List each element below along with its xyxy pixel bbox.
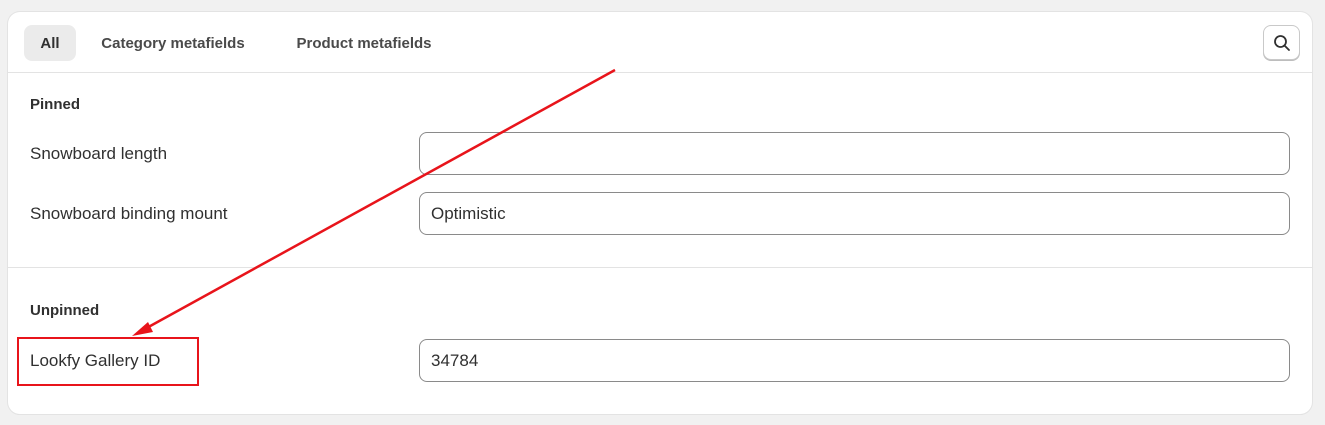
metafield-label-snowboard-length: Snowboard length [30, 144, 168, 163]
metafield-label-lookfy-gallery-id: Lookfy Gallery ID [30, 351, 161, 370]
tabs-bar: All Category metafields Product metafiel… [8, 12, 1312, 73]
lookfy-gallery-id-input[interactable] [419, 339, 1290, 382]
snowboard-length-input[interactable] [419, 132, 1290, 175]
tab-category-metafields[interactable]: Category metafields [82, 25, 264, 61]
metafields-card: All Category metafields Product metafiel… [8, 12, 1312, 414]
tab-product-metafields[interactable]: Product metafields [278, 25, 450, 61]
section-divider [8, 267, 1312, 268]
pinned-section-title: Pinned [30, 96, 81, 113]
search-button[interactable] [1263, 25, 1300, 60]
search-icon [1273, 34, 1290, 51]
unpinned-section-title: Unpinned [30, 302, 100, 319]
snowboard-binding-mount-input[interactable] [419, 192, 1290, 235]
metafield-label-snowboard-binding-mount: Snowboard binding mount [30, 204, 228, 223]
tab-all[interactable]: All [24, 25, 76, 61]
